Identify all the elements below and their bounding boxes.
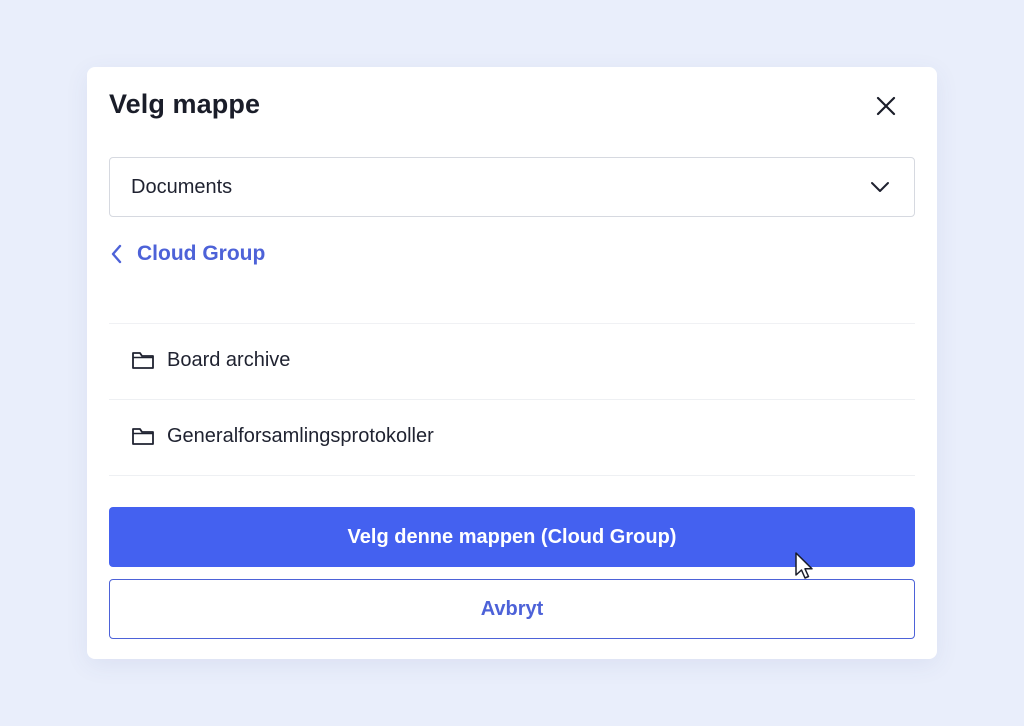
breadcrumb-back-label: Cloud Group [137, 242, 266, 265]
cancel-button[interactable]: Avbryt [109, 579, 915, 639]
breadcrumb-back-link[interactable]: Cloud Group [109, 239, 265, 269]
folder-icon [132, 428, 154, 445]
select-folder-dialog: Velg mappe Documents Cloud Group Board a… [87, 67, 937, 659]
confirm-folder-button[interactable]: Velg denne mappen (Cloud Group) [109, 507, 915, 567]
folder-name: Generalforsamlingsprotokoller [167, 425, 434, 447]
folder-row-generalforsamlingsprotokoller[interactable]: Generalforsamlingsprotokoller [109, 400, 915, 476]
dialog-title: Velg mappe [109, 89, 261, 119]
folder-row-board-archive[interactable]: Board archive [109, 324, 915, 400]
folder-icon [132, 352, 154, 369]
close-button[interactable] [872, 92, 900, 120]
chevron-down-icon [871, 182, 889, 192]
location-select-value: Documents [131, 176, 233, 198]
folder-name: Board archive [167, 349, 291, 371]
folder-list: Board archive Generalforsamlingsprotokol… [109, 323, 915, 476]
close-icon [876, 96, 896, 116]
location-select[interactable]: Documents [109, 157, 915, 217]
chevron-left-icon [111, 244, 122, 264]
